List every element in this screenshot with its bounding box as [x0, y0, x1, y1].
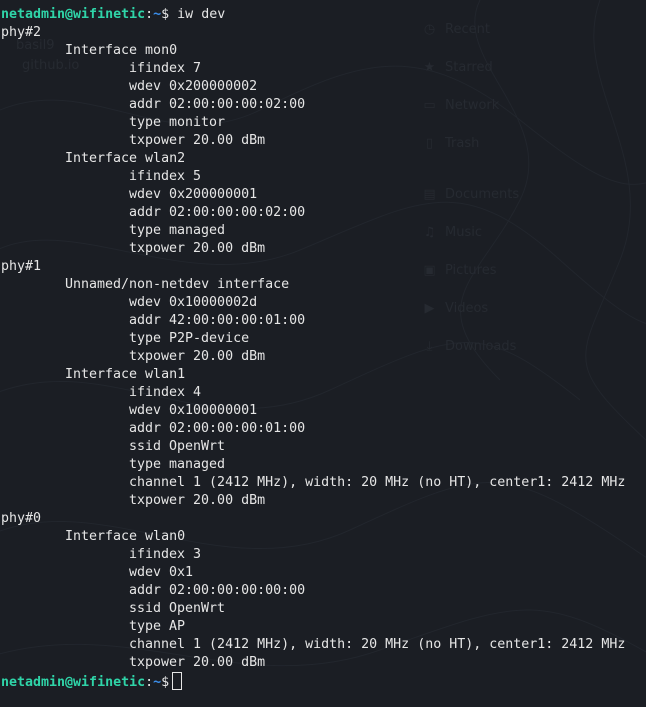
- interface-property-line: txpower 20.00 dBm: [129, 493, 266, 508]
- command-line: netadmin@wifinetic:~$ iw dev: [1, 6, 646, 24]
- interface-property-line: txpower 20.00 dBm: [129, 241, 266, 256]
- interface-header-line: Interface wlan1: [65, 367, 186, 382]
- text-cursor: [172, 672, 183, 690]
- interface-property-line: txpower 20.00 dBm: [129, 133, 266, 148]
- interface-property-line: addr 02:00:00:00:00:00: [129, 583, 306, 598]
- interface-property-line: addr 02:00:00:00:01:00: [129, 421, 306, 436]
- command-text: iw dev: [177, 7, 226, 22]
- current-prompt-line[interactable]: netadmin@wifinetic:~$: [1, 672, 646, 690]
- interface-property-line: channel 1 (2412 MHz), width: 20 MHz (no …: [129, 637, 626, 652]
- interface-property-line: ifindex 5: [129, 169, 202, 184]
- phy-header-line: phy#0: [1, 511, 42, 526]
- interface-property-line: type managed: [129, 457, 226, 472]
- command-output: phy#2 Interface mon0 ifindex 7 wdev 0x20000…: [1, 24, 646, 672]
- interface-property-line: wdev 0x10000002d: [129, 295, 258, 310]
- interface-property-line: type managed: [129, 223, 226, 238]
- interface-property-line: wdev 0x200000001: [129, 187, 258, 202]
- interface-property-line: channel 1 (2412 MHz), width: 20 MHz (no …: [129, 475, 626, 490]
- interface-property-line: txpower 20.00 dBm: [129, 349, 266, 364]
- prompt-separator: :: [145, 675, 154, 690]
- prompt-user-host: netadmin@wifinetic: [1, 675, 146, 690]
- interface-property-line: type AP: [129, 619, 186, 634]
- interface-header-line: Interface mon0: [65, 43, 178, 58]
- interface-property-line: wdev 0x1: [129, 565, 194, 580]
- prompt-separator: :: [145, 7, 154, 22]
- phy-header-line: phy#1: [1, 259, 42, 274]
- interface-property-line: ifindex 4: [129, 385, 202, 400]
- interface-property-line: ifindex 3: [129, 547, 202, 562]
- interface-property-line: txpower 20.00 dBm: [129, 655, 266, 670]
- prompt-symbol: $: [161, 7, 170, 22]
- interface-property-line: wdev 0x100000001: [129, 403, 258, 418]
- interface-property-line: ifindex 7: [129, 61, 202, 76]
- interface-property-line: type monitor: [129, 115, 226, 130]
- interface-property-line: addr 42:00:00:00:01:00: [129, 313, 306, 328]
- interface-property-line: addr 02:00:00:00:02:00: [129, 205, 306, 220]
- interface-property-line: addr 02:00:00:00:02:00: [129, 97, 306, 112]
- prompt-path: ~: [153, 7, 162, 22]
- interface-property-line: ssid OpenWrt: [129, 601, 226, 616]
- phy-header-line: phy#2: [1, 25, 42, 40]
- interface-property-line: wdev 0x200000002: [129, 79, 258, 94]
- terminal-output[interactable]: netadmin@wifinetic:~$ iw dev phy#2 Interf…: [1, 6, 646, 690]
- interface-property-line: ssid OpenWrt: [129, 439, 226, 454]
- interface-header-line: Unnamed/non-netdev interface: [65, 277, 290, 292]
- prompt-path: ~: [153, 675, 162, 690]
- interface-header-line: Interface wlan0: [65, 529, 186, 544]
- prompt-symbol: $: [161, 675, 170, 690]
- interface-property-line: type P2P-device: [129, 331, 250, 346]
- interface-header-line: Interface wlan2: [65, 151, 186, 166]
- prompt-user-host: netadmin@wifinetic: [1, 7, 146, 22]
